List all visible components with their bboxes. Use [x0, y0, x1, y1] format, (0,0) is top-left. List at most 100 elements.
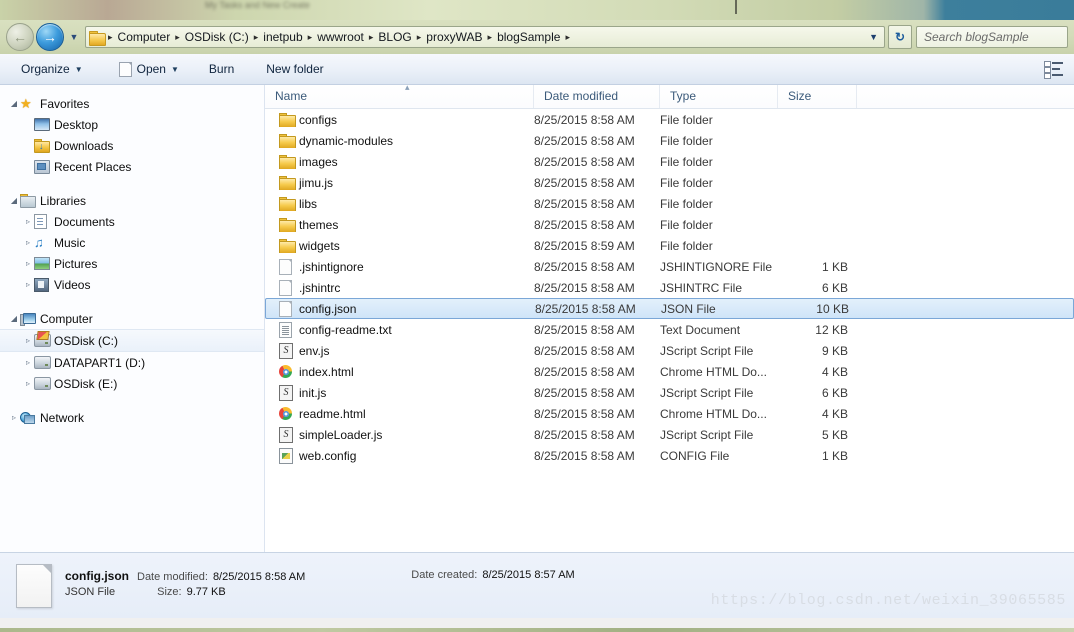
- table-row[interactable]: jimu.js 8/25/2015 8:58 AM File folder: [265, 172, 1074, 193]
- file-name: init.js: [299, 385, 327, 400]
- address-bar: ← → ▼ ▸ Computer ▸ OSDisk (C:) ▸ inetpub…: [0, 20, 1074, 54]
- file-name-cell: images: [265, 154, 534, 169]
- table-row[interactable]: simpleLoader.js 8/25/2015 8:58 AM JScrip…: [265, 424, 1074, 445]
- sidebar-item-documents[interactable]: ▹ Documents: [0, 211, 264, 232]
- breadcrumb-item-proxywab[interactable]: proxyWAB: [423, 27, 485, 47]
- table-row[interactable]: libs 8/25/2015 8:58 AM File folder: [265, 193, 1074, 214]
- chevron-down-icon[interactable]: ▼: [869, 32, 880, 42]
- sidebar-item-music[interactable]: ▹ ♫ Music: [0, 232, 264, 253]
- table-row[interactable]: index.html 8/25/2015 8:58 AM Chrome HTML…: [265, 361, 1074, 382]
- file-date: 8/25/2015 8:58 AM: [534, 448, 635, 463]
- expander-icon[interactable]: ▹: [22, 379, 34, 388]
- expander-icon[interactable]: ◢: [8, 99, 20, 108]
- file-name: configs: [299, 112, 338, 127]
- breadcrumb-separator[interactable]: ▸: [486, 27, 495, 47]
- expander-icon[interactable]: ▹: [22, 336, 34, 345]
- file-size: 12 KB: [815, 322, 848, 337]
- expander-icon[interactable]: ▹: [22, 358, 34, 367]
- expander-icon[interactable]: ▹: [22, 259, 34, 268]
- file-name-cell: .jshintrc: [265, 279, 534, 296]
- breadcrumb-item-osdisk[interactable]: OSDisk (C:): [182, 27, 252, 47]
- history-dropdown-icon[interactable]: ▼: [67, 32, 81, 42]
- details-name-line: config.json Date modified: 8/25/2015 8:5…: [65, 569, 305, 586]
- table-row[interactable]: .jshintignore 8/25/2015 8:58 AM JSHINTIG…: [265, 256, 1074, 277]
- table-row[interactable]: widgets 8/25/2015 8:59 AM File folder: [265, 235, 1074, 256]
- star-icon: ★: [20, 96, 32, 111]
- expander-icon[interactable]: ▹: [22, 217, 34, 226]
- details-file-name: config.json: [65, 568, 129, 583]
- expander-icon[interactable]: ▹: [8, 413, 20, 422]
- new-folder-button[interactable]: New folder: [257, 59, 332, 79]
- table-row[interactable]: .jshintrc 8/25/2015 8:58 AM JSHINTRC Fil…: [265, 277, 1074, 298]
- details-date-modified-value: 8/25/2015 8:58 AM: [212, 570, 306, 583]
- file-name: env.js: [299, 343, 330, 358]
- file-rows: configs 8/25/2015 8:58 AM File folder dy…: [265, 109, 1074, 552]
- explorer-window: ← → ▼ ▸ Computer ▸ OSDisk (C:) ▸ inetpub…: [0, 20, 1074, 632]
- table-row[interactable]: config-readme.txt 8/25/2015 8:58 AM Text…: [265, 319, 1074, 340]
- column-header-date-modified[interactable]: Date modified: [534, 85, 660, 108]
- sidebar-group-favorites[interactable]: ◢ ★ Favorites: [0, 93, 264, 114]
- file-name: readme.html: [299, 406, 366, 421]
- sidebar-group-computer[interactable]: ◢ Computer: [0, 308, 264, 329]
- sidebar-item-datapart1-d[interactable]: ▹ DATAPART1 (D:): [0, 352, 264, 373]
- breadcrumb[interactable]: ▸ Computer ▸ OSDisk (C:) ▸ inetpub ▸ www…: [85, 26, 885, 48]
- sidebar-group-network[interactable]: ▹ Network: [0, 407, 264, 428]
- column-header-type[interactable]: Type: [660, 85, 778, 108]
- sidebar-item-osdisk-e[interactable]: ▹ OSDisk (E:): [0, 373, 264, 394]
- expander-icon[interactable]: ▹: [22, 280, 34, 289]
- forward-button[interactable]: →: [36, 23, 64, 51]
- back-button[interactable]: ←: [6, 23, 34, 51]
- file-size: 1 KB: [821, 448, 848, 463]
- table-row[interactable]: readme.html 8/25/2015 8:58 AM Chrome HTM…: [265, 403, 1074, 424]
- breadcrumb-separator[interactable]: ▸: [306, 27, 315, 47]
- breadcrumb-separator[interactable]: ▸: [173, 27, 182, 47]
- table-row[interactable]: themes 8/25/2015 8:58 AM File folder: [265, 214, 1074, 235]
- folder-icon: [279, 112, 299, 127]
- sidebar-item-recent-places[interactable]: Recent Places: [0, 156, 264, 177]
- table-row-selected[interactable]: config.json 8/25/2015 8:58 AM JSON File …: [265, 298, 1074, 319]
- burn-button[interactable]: Burn: [200, 59, 243, 79]
- folder-icon: [279, 238, 299, 253]
- table-row[interactable]: env.js 8/25/2015 8:58 AM JScript Script …: [265, 340, 1074, 361]
- search-input[interactable]: Search blogSample: [916, 26, 1068, 48]
- file-date: 8/25/2015 8:58 AM: [534, 154, 635, 169]
- breadcrumb-item-inetpub[interactable]: inetpub: [260, 27, 305, 47]
- sidebar-item-label: Documents: [54, 214, 115, 229]
- breadcrumb-separator[interactable]: ▸: [252, 27, 261, 47]
- table-row[interactable]: web.config 8/25/2015 8:58 AM CONFIG File…: [265, 445, 1074, 466]
- sidebar-item-osdisk-c[interactable]: ▹ OSDisk (C:): [0, 329, 264, 352]
- breadcrumb-separator[interactable]: ▸: [563, 27, 572, 47]
- breadcrumb-item-wwwroot[interactable]: wwwroot: [314, 27, 367, 47]
- sidebar-item-desktop[interactable]: Desktop: [0, 114, 264, 135]
- sidebar-item-label: Recent Places: [54, 159, 132, 174]
- sidebar-item-downloads[interactable]: ↓ Downloads: [0, 135, 264, 156]
- sidebar-item-pictures[interactable]: ▹ Pictures: [0, 253, 264, 274]
- column-header-name[interactable]: Name: [265, 85, 534, 108]
- change-view-icon[interactable]: [1044, 61, 1064, 79]
- table-row[interactable]: images 8/25/2015 8:58 AM File folder: [265, 151, 1074, 172]
- refresh-button[interactable]: ↻: [888, 25, 912, 49]
- file-type: File folder: [660, 112, 713, 127]
- expander-icon[interactable]: ▹: [22, 238, 34, 247]
- breadcrumb-separator[interactable]: ▸: [415, 27, 424, 47]
- expander-icon[interactable]: ◢: [8, 314, 20, 323]
- table-row[interactable]: dynamic-modules 8/25/2015 8:58 AM File f…: [265, 130, 1074, 151]
- folder-icon: [279, 196, 299, 211]
- organize-button[interactable]: Organize ▼: [12, 59, 92, 79]
- file-size: 4 KB: [821, 406, 848, 421]
- table-row[interactable]: configs 8/25/2015 8:58 AM File folder: [265, 109, 1074, 130]
- column-header-size[interactable]: Size: [778, 85, 857, 108]
- table-row[interactable]: init.js 8/25/2015 8:58 AM JScript Script…: [265, 382, 1074, 403]
- file-name: libs: [299, 196, 318, 211]
- breadcrumb-separator[interactable]: ▸: [367, 27, 376, 47]
- expander-icon[interactable]: ◢: [8, 196, 20, 205]
- sidebar-item-videos[interactable]: ▹ Videos: [0, 274, 264, 295]
- file-name: widgets: [299, 238, 340, 253]
- network-icon: [20, 411, 38, 424]
- file-type: JScript Script File: [660, 343, 754, 358]
- breadcrumb-item-blog[interactable]: BLOG: [375, 27, 414, 47]
- sidebar-group-libraries[interactable]: ◢ Libraries: [0, 190, 264, 211]
- open-button[interactable]: Open ▼: [110, 59, 188, 80]
- breadcrumb-item-computer[interactable]: Computer: [115, 27, 174, 47]
- breadcrumb-item-blogsample[interactable]: blogSample: [494, 27, 563, 47]
